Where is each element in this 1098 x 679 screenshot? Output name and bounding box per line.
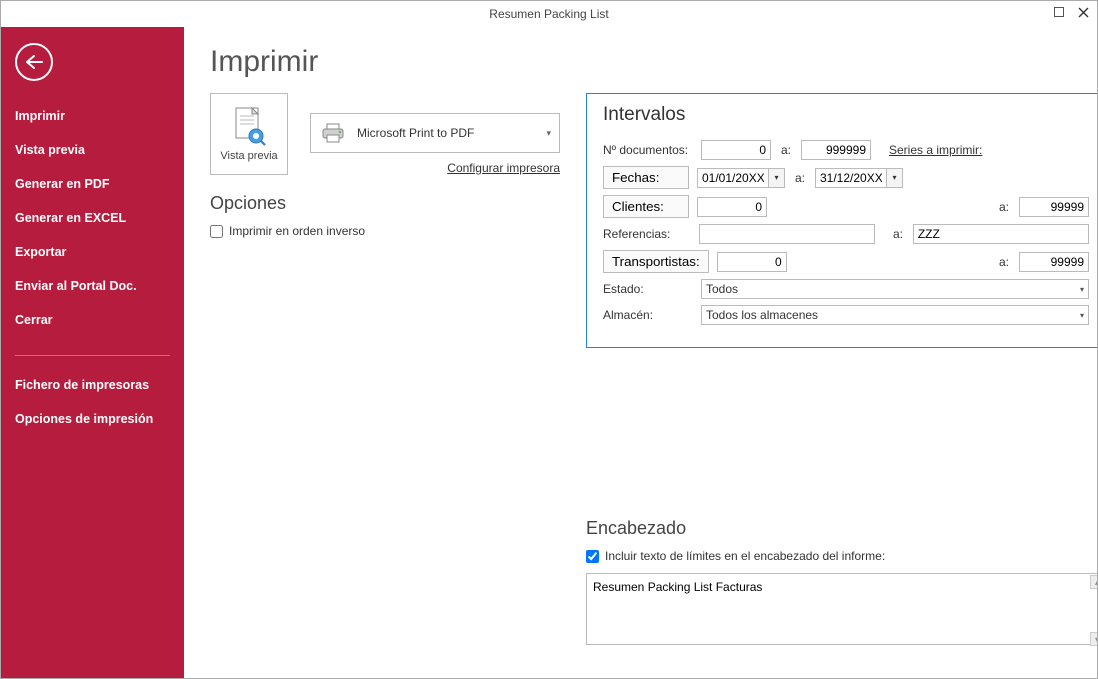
vista-previa-button[interactable]: Vista previa [210, 93, 288, 175]
page-heading: Imprimir [210, 45, 1071, 79]
chevron-down-icon: ▾ [1080, 311, 1084, 320]
reverse-order-checkbox[interactable] [210, 225, 223, 238]
refs-to-input[interactable] [913, 224, 1089, 244]
clients-button[interactable]: Clientes: [603, 195, 689, 218]
sidebar-item-imprimir[interactable]: Imprimir [1, 99, 184, 133]
include-limits-label: Incluir texto de límites en el encabezad… [605, 549, 885, 563]
refs-label: Referencias: [603, 227, 691, 241]
date-from-input[interactable] [697, 168, 769, 188]
sidebar-item-exportar[interactable]: Exportar [1, 235, 184, 269]
reverse-order-option[interactable]: Imprimir en orden inverso [210, 224, 560, 238]
almacen-label: Almacén: [603, 308, 693, 322]
sidebar-item-generar-pdf[interactable]: Generar en PDF [1, 167, 184, 201]
header-text-input[interactable] [586, 573, 1097, 645]
clients-to-input[interactable] [1019, 197, 1089, 217]
configure-printer-link[interactable]: Configurar impresora [310, 161, 560, 175]
docs-to-input[interactable] [801, 140, 871, 160]
chevron-down-icon: ▾ [1080, 285, 1084, 294]
date-from-dropdown[interactable]: ▾ [769, 168, 785, 188]
intervals-heading: Intervalos [603, 104, 1089, 126]
textarea-scrollbar: ▴ ▾ [1090, 575, 1097, 646]
series-to-print-link[interactable]: Series a imprimir: [889, 143, 982, 157]
include-limits-option[interactable]: Incluir texto de límites en el encabezad… [586, 549, 1097, 563]
date-to-dropdown[interactable]: ▾ [887, 168, 903, 188]
docs-from-input[interactable] [701, 140, 771, 160]
maximize-button[interactable] [1049, 3, 1069, 21]
intervals-panel: Intervalos Nº documentos: a: Series a im… [586, 93, 1097, 348]
estado-label: Estado: [603, 282, 693, 296]
vista-previa-label: Vista previa [220, 150, 277, 162]
document-preview-icon [232, 106, 266, 146]
sep-a: a: [779, 143, 793, 157]
window-title: Resumen Packing List [489, 7, 608, 21]
trans-to-input[interactable] [1019, 252, 1089, 272]
dates-button[interactable]: Fechas: [603, 166, 689, 189]
header-heading: Encabezado [586, 518, 1097, 539]
transporters-button[interactable]: Transportistas: [603, 250, 709, 273]
almacen-value: Todos los almacenes [706, 308, 818, 322]
titlebar: Resumen Packing List [1, 1, 1097, 27]
docs-label: Nº documentos: [603, 143, 693, 157]
sidebar-item-opciones-impresion[interactable]: Opciones de impresión [1, 402, 184, 436]
chevron-down-icon: ▾ [546, 128, 551, 139]
close-button[interactable] [1073, 3, 1093, 21]
sidebar-item-fichero-impresoras[interactable]: Fichero de impresoras [1, 368, 184, 402]
printer-icon [321, 122, 347, 144]
clients-from-input[interactable] [697, 197, 767, 217]
sidebar: Imprimir Vista previa Generar en PDF Gen… [1, 27, 184, 678]
printer-name: Microsoft Print to PDF [357, 126, 474, 140]
sidebar-item-cerrar[interactable]: Cerrar [1, 303, 184, 337]
options-heading: Opciones [210, 193, 560, 214]
scroll-down-icon[interactable]: ▾ [1090, 632, 1097, 646]
app-window: Resumen Packing List Imprimir Vista prev… [0, 0, 1098, 679]
scroll-up-icon[interactable]: ▴ [1090, 575, 1097, 589]
sidebar-item-vista-previa[interactable]: Vista previa [1, 133, 184, 167]
estado-select[interactable]: Todos ▾ [701, 279, 1089, 299]
sidebar-separator [15, 355, 170, 356]
printer-selector[interactable]: Microsoft Print to PDF ▾ [310, 113, 560, 153]
sidebar-item-enviar-portal[interactable]: Enviar al Portal Doc. [1, 269, 184, 303]
date-to-input[interactable] [815, 168, 887, 188]
main-content: Imprimir [184, 27, 1097, 678]
almacen-select[interactable]: Todos los almacenes ▾ [701, 305, 1089, 325]
trans-from-input[interactable] [717, 252, 787, 272]
reverse-order-label: Imprimir en orden inverso [229, 224, 365, 238]
back-button[interactable] [15, 43, 53, 81]
include-limits-checkbox[interactable] [586, 550, 599, 563]
refs-from-input[interactable] [699, 224, 875, 244]
estado-value: Todos [706, 282, 738, 296]
sidebar-item-generar-excel[interactable]: Generar en EXCEL [1, 201, 184, 235]
